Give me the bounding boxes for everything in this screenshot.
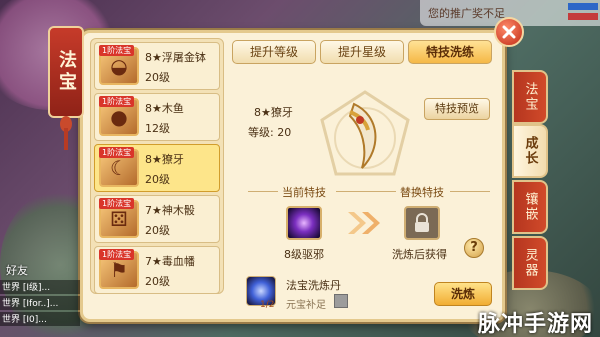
refine-pill-name: 法宝洗炼丹 [286, 279, 341, 292]
skill-preview-button[interactable]: 特技预览 [424, 98, 490, 120]
side-tab-growth[interactable]: 成长 [512, 124, 548, 178]
current-skill-title: 当前特技 [282, 186, 326, 199]
divider [248, 191, 278, 192]
window-title-banner: 法宝 [48, 26, 84, 118]
tab-upgrade-level[interactable]: 提升等级 [232, 40, 316, 64]
side-tab-spirit[interactable]: 灵器 [512, 236, 548, 290]
item-level: 12级 [145, 122, 170, 135]
close-icon [502, 25, 516, 39]
exorcism-skill-icon[interactable] [286, 206, 322, 240]
item-tier-tag: 1阶法宝 [99, 147, 135, 158]
watermark: 脉冲手游网 [478, 312, 594, 337]
side-tab-treasure[interactable]: 法宝 [512, 70, 548, 124]
side-tab-label: 成长 [522, 136, 538, 166]
item-tier-tag: 1阶法宝 [99, 96, 135, 107]
health-bar [568, 13, 598, 20]
item-tier-tag: 1阶法宝 [99, 198, 135, 209]
item-level: 20级 [145, 275, 170, 288]
item-tier-tag: 1阶法宝 [99, 45, 135, 56]
close-button[interactable] [494, 17, 524, 47]
item-name: 8★浮屠金钵 [145, 51, 206, 64]
status-bars [566, 0, 600, 26]
lock-icon [404, 206, 440, 240]
side-tab-label: 法宝 [522, 82, 538, 112]
selected-item-level: 等级: 20 [248, 126, 292, 139]
chat-message: 世界 [I级]... [0, 280, 80, 294]
tab-upgrade-star[interactable]: 提升星级 [320, 40, 404, 64]
selected-item-name: 8★獠牙 [254, 106, 293, 119]
refine-button[interactable]: 洗炼 [434, 282, 492, 306]
item-name: 7★毒血幡 [145, 255, 195, 268]
pill-count: 1/2 [260, 300, 275, 310]
side-tab-inlay[interactable]: 镶嵌 [512, 180, 548, 234]
auto-fill-checkbox[interactable] [334, 294, 348, 308]
side-tab-label: 灵器 [522, 248, 538, 278]
divider [336, 191, 396, 192]
chat-message: 世界 [Ifor..]... [0, 296, 80, 310]
item-tier-tag: 1阶法宝 [99, 249, 135, 260]
golden-bowl-icon: 1阶法宝 ◒ [99, 45, 139, 85]
item-level: 20级 [145, 173, 170, 186]
chat-message: 世界 [I0]... [0, 312, 80, 326]
list-item[interactable]: 1阶法宝 ⚄ 7★神木骰 20级 [94, 195, 220, 243]
replace-skill-hint: 洗炼后获得 [392, 248, 447, 261]
help-icon[interactable]: ? [464, 238, 484, 258]
list-item-selected[interactable]: 1阶法宝 ☾ 8★獠牙 20级 [94, 144, 220, 192]
arrow-right-icon [348, 212, 380, 234]
item-name: 8★木鱼 [145, 102, 184, 115]
item-name: 8★獠牙 [145, 153, 184, 166]
fang-icon: 1阶法宝 ☾ [99, 147, 139, 187]
list-item[interactable]: 1阶法宝 ● 8★木鱼 12级 [94, 93, 220, 141]
replace-skill-title: 替换特技 [400, 186, 444, 199]
item-level: 20级 [145, 71, 170, 84]
divider [450, 191, 490, 192]
banner-icon: 1阶法宝 ⚑ [99, 249, 139, 289]
dice-icon: 1阶法宝 ⚄ [99, 198, 139, 238]
mana-bar [568, 3, 598, 10]
friends-button[interactable]: 好友 [6, 262, 28, 278]
wooden-fish-icon: 1阶法宝 ● [99, 96, 139, 136]
side-tab-label: 镶嵌 [522, 192, 538, 222]
tab-skill-refine[interactable]: 特技洗练 [408, 40, 492, 64]
tassel [64, 128, 68, 150]
window-title: 法宝 [56, 50, 77, 94]
item-name: 7★神木骰 [145, 204, 195, 217]
auto-fill-label: 元宝补足 [286, 300, 326, 311]
fang-emblem-icon [320, 90, 410, 176]
list-item[interactable]: 1阶法宝 ⚑ 7★毒血幡 20级 [94, 246, 220, 294]
list-item[interactable]: 1阶法宝 ◒ 8★浮屠金钵 20级 [94, 42, 220, 90]
item-level: 20级 [145, 224, 170, 237]
current-skill-name: 8级驱邪 [284, 248, 324, 261]
top-notice-text: 您的推广奖不足 [428, 7, 505, 20]
treasure-list[interactable]: 1阶法宝 ◒ 8★浮屠金钵 20级 1阶法宝 ● 8★木鱼 12级 1阶法宝 ☾ 8★… [90, 38, 224, 294]
